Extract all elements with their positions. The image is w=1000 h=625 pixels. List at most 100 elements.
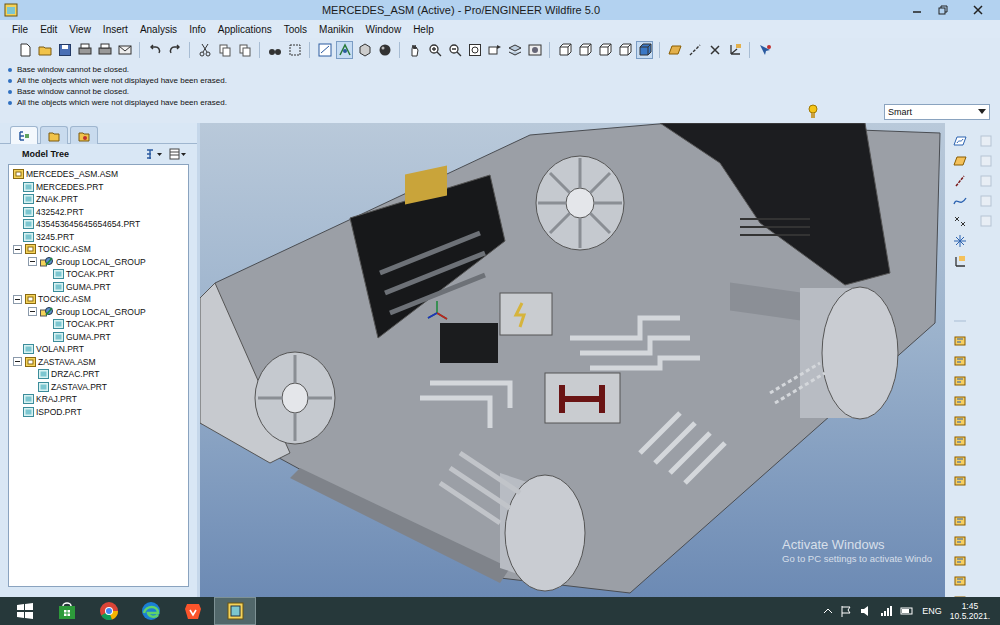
menu-item[interactable]: Manikin bbox=[313, 23, 359, 36]
navigator-tab[interactable] bbox=[10, 126, 38, 144]
maximize-button[interactable] bbox=[930, 0, 956, 20]
feature-tool[interactable] bbox=[947, 251, 973, 271]
toolbar-button[interactable] bbox=[116, 41, 133, 59]
tree-item[interactable]: TOCAK.PRT bbox=[11, 268, 188, 281]
toolbar-button[interactable] bbox=[316, 41, 333, 59]
toolbar-button[interactable] bbox=[576, 41, 593, 59]
start-button[interactable] bbox=[4, 597, 46, 625]
lightbulb-icon[interactable] bbox=[808, 104, 818, 120]
feature-tool[interactable] bbox=[947, 451, 973, 471]
taskbar-app[interactable] bbox=[172, 597, 214, 625]
navigator-tab[interactable] bbox=[40, 126, 68, 144]
toolbar-button[interactable] bbox=[376, 41, 393, 59]
tree-item[interactable]: VOLAN.PRT bbox=[11, 343, 188, 356]
toolbar-button[interactable] bbox=[726, 41, 743, 59]
taskbar-app[interactable] bbox=[130, 597, 172, 625]
feature-tool[interactable] bbox=[947, 131, 973, 151]
tree-item[interactable]: 3245.PRT bbox=[11, 231, 188, 244]
toolbar-button[interactable] bbox=[76, 41, 93, 59]
feature-tool[interactable] bbox=[947, 191, 973, 211]
expand-toggle[interactable] bbox=[13, 245, 22, 254]
toolbar-button[interactable] bbox=[506, 41, 523, 59]
feature-tool[interactable] bbox=[947, 551, 973, 571]
toolbar-button[interactable] bbox=[686, 41, 703, 59]
tree-item[interactable]: TOCKIC.ASM bbox=[11, 243, 188, 256]
toolbar-button[interactable] bbox=[286, 41, 303, 59]
toolbar-button[interactable] bbox=[356, 41, 373, 59]
action-center-icon[interactable] bbox=[840, 605, 852, 617]
tree-item[interactable]: ZNAK.PRT bbox=[11, 193, 188, 206]
toolbar-button[interactable] bbox=[216, 41, 233, 59]
tree-settings-icon[interactable] bbox=[145, 148, 163, 160]
toolbar-button[interactable] bbox=[166, 41, 183, 59]
toolbar-button[interactable] bbox=[466, 41, 483, 59]
toolbar-button[interactable] bbox=[36, 41, 53, 59]
tree-item[interactable]: MERCEDES.PRT bbox=[11, 181, 188, 194]
feature-tool[interactable] bbox=[947, 331, 973, 351]
expand-toggle[interactable] bbox=[28, 257, 37, 266]
toolbar-button[interactable] bbox=[756, 41, 773, 59]
toolbar-button[interactable] bbox=[56, 41, 73, 59]
tree-item[interactable]: GUMA.PRT bbox=[11, 281, 188, 294]
feature-tool[interactable] bbox=[947, 571, 973, 591]
menu-item[interactable]: Edit bbox=[34, 23, 63, 36]
toolbar-button[interactable] bbox=[16, 41, 33, 59]
feature-tool[interactable] bbox=[947, 371, 973, 391]
toolbar-button[interactable] bbox=[446, 41, 463, 59]
toolbar-button[interactable] bbox=[666, 41, 683, 59]
toolbar-button[interactable] bbox=[486, 41, 503, 59]
tree-item[interactable]: 432542.PRT bbox=[11, 206, 188, 219]
toolbar-button[interactable] bbox=[196, 41, 213, 59]
feature-tool[interactable] bbox=[947, 431, 973, 451]
toolbar-button[interactable] bbox=[266, 41, 283, 59]
tree-item[interactable]: GUMA.PRT bbox=[11, 331, 188, 344]
expand-toggle[interactable] bbox=[13, 295, 22, 304]
menu-item[interactable]: Analysis bbox=[134, 23, 183, 36]
toolbar-button[interactable] bbox=[596, 41, 613, 59]
feature-tool[interactable] bbox=[947, 171, 973, 191]
model-view[interactable] bbox=[200, 123, 945, 595]
tree-item[interactable]: TOCKIC.ASM bbox=[11, 293, 188, 306]
tree-item[interactable]: ISPOD.PRT bbox=[11, 406, 188, 419]
feature-tool[interactable] bbox=[947, 391, 973, 411]
tree-item[interactable]: 435453645645654654.PRT bbox=[11, 218, 188, 231]
tray-expand-icon[interactable] bbox=[824, 608, 832, 614]
toolbar-button[interactable] bbox=[406, 41, 423, 59]
tree-item[interactable]: TOCAK.PRT bbox=[11, 318, 188, 331]
tree-item[interactable]: ZASTAVA.PRT bbox=[11, 381, 188, 394]
toolbar-button[interactable] bbox=[616, 41, 633, 59]
menu-item[interactable]: File bbox=[6, 23, 34, 36]
feature-tool[interactable] bbox=[947, 471, 973, 491]
tree-columns-icon[interactable] bbox=[169, 148, 187, 160]
toolbar-button[interactable] bbox=[146, 41, 163, 59]
navigator-tab[interactable] bbox=[70, 126, 98, 144]
menu-item[interactable]: Applications bbox=[212, 23, 278, 36]
toolbar-button[interactable] bbox=[236, 41, 253, 59]
menu-item[interactable]: Insert bbox=[97, 23, 134, 36]
taskbar-app[interactable] bbox=[214, 597, 256, 625]
tree-item[interactable]: KRAJ.PRT bbox=[11, 393, 188, 406]
input-language[interactable]: ENG bbox=[922, 606, 942, 616]
tree-item[interactable]: ZASTAVA.ASM bbox=[11, 356, 188, 369]
menu-item[interactable]: Info bbox=[183, 23, 212, 36]
expand-toggle[interactable] bbox=[28, 307, 37, 316]
toolbar-button[interactable] bbox=[636, 41, 653, 59]
toolbar-button[interactable] bbox=[426, 41, 443, 59]
menu-item[interactable]: Tools bbox=[278, 23, 313, 36]
menu-item[interactable]: Window bbox=[360, 23, 408, 36]
taskbar-app[interactable] bbox=[46, 597, 88, 625]
feature-tool[interactable] bbox=[947, 151, 973, 171]
volume-icon[interactable] bbox=[860, 605, 872, 617]
tree-item[interactable]: DRZAC.PRT bbox=[11, 368, 188, 381]
close-button[interactable] bbox=[956, 0, 1000, 20]
feature-tool[interactable] bbox=[947, 411, 973, 431]
expand-toggle[interactable] bbox=[13, 357, 22, 366]
feature-tool[interactable] bbox=[947, 211, 973, 231]
toolbar-button[interactable] bbox=[96, 41, 113, 59]
menu-item[interactable]: Help bbox=[407, 23, 440, 36]
selection-filter-dropdown[interactable]: Smart bbox=[884, 104, 990, 120]
toolbar-button[interactable] bbox=[336, 41, 353, 59]
menu-item[interactable]: View bbox=[63, 23, 97, 36]
tree-item[interactable]: MERCEDES_ASM.ASM bbox=[11, 168, 188, 181]
clock[interactable]: 1:4510.5.2021. bbox=[950, 601, 990, 621]
